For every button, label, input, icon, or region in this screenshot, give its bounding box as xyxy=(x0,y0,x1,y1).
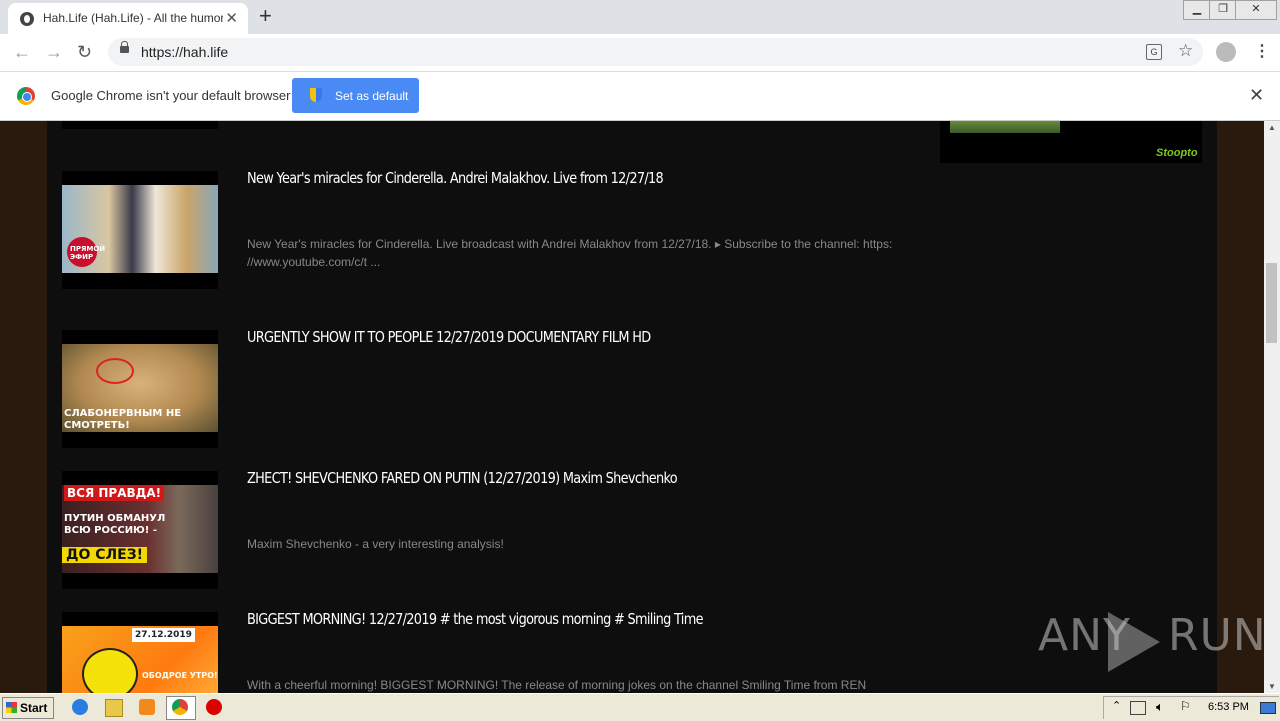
restore-button[interactable]: ❐ xyxy=(1209,0,1237,20)
thumbnail-bottom-caption: ДО СЛЕЗ! xyxy=(62,547,148,563)
tray-expand-icon[interactable]: ⌃ xyxy=(1112,699,1121,712)
lock-icon[interactable] xyxy=(120,41,129,53)
chrome-icon xyxy=(172,699,188,715)
video-thumbnail[interactable]: 27.12.2019 ОБОДРОЕ УТРО! xyxy=(62,612,218,693)
windows-logo-icon xyxy=(6,702,17,713)
tab-strip: Hah.Life (Hah.Life) - All the humor in ✕… xyxy=(0,0,1280,34)
show-desktop-icon[interactable] xyxy=(1260,702,1276,714)
close-window-button[interactable]: ✕ xyxy=(1235,0,1277,20)
address-bar[interactable]: https://hah.life xyxy=(108,38,1203,66)
anyrun-watermark-right: RUN xyxy=(1168,610,1267,661)
system-clock[interactable]: 6:53 PM xyxy=(1208,701,1249,713)
video-title[interactable]: New Year's miracles for Cinderella. Andr… xyxy=(247,169,664,187)
tab-close-icon[interactable]: ✕ xyxy=(225,9,238,27)
tab-title: Hah.Life (Hah.Life) - All the humor in xyxy=(43,11,223,25)
volume-icon[interactable]: 🔈︎ xyxy=(1156,699,1164,715)
thumbnail-caption: ОБОДРОЕ УТРО! xyxy=(142,671,218,680)
scroll-up-icon[interactable]: ▲ xyxy=(1268,123,1276,132)
infobar-message: Google Chrome isn't your default browser xyxy=(51,88,291,103)
scroll-down-icon[interactable]: ▼ xyxy=(1268,682,1276,691)
ad-logo: Stoopto xyxy=(1156,147,1198,159)
chrome-logo-icon xyxy=(17,87,35,105)
infobar-close-icon[interactable]: ✕ xyxy=(1249,85,1264,106)
forward-button[interactable]: → xyxy=(45,42,63,62)
smiley-icon xyxy=(82,648,138,693)
url-text: https://hah.life xyxy=(141,44,229,60)
translate-icon[interactable]: G xyxy=(1146,44,1162,60)
minimize-button[interactable]: ▁ xyxy=(1183,0,1211,20)
action-center-flag-icon[interactable]: ⚐ xyxy=(1180,699,1191,713)
windows-taskbar: Start ⌃ 🔈︎ ⚐ 6:53 PM xyxy=(0,693,1280,721)
previous-thumbnail[interactable] xyxy=(62,121,218,129)
antivirus-icon[interactable] xyxy=(206,699,222,715)
start-label: Start xyxy=(20,701,48,715)
profile-avatar[interactable] xyxy=(1216,42,1236,62)
video-thumbnail[interactable]: ПРЯМОЙ ЭФИР xyxy=(62,171,218,289)
site-favicon-icon xyxy=(20,12,34,26)
reload-button[interactable]: ↻ xyxy=(77,42,92,62)
video-title[interactable]: BIGGEST MORNING! 12/27/2019 # the most v… xyxy=(247,610,704,628)
anyrun-play-icon xyxy=(1108,612,1160,672)
video-list: Stoopto ПРЯМОЙ ЭФИР New Year's miracles … xyxy=(47,121,1217,693)
video-title[interactable]: URGENTLY SHOW IT TO PEOPLE 12/27/2019 DO… xyxy=(247,328,651,346)
video-description: Maxim Shevchenko - a very interesting an… xyxy=(247,537,504,551)
default-browser-infobar: Google Chrome isn't your default browser… xyxy=(0,72,1280,121)
new-tab-button[interactable]: + xyxy=(259,4,272,28)
page-scrollbar[interactable]: ▲ ▼ xyxy=(1264,121,1280,693)
more-menu-icon[interactable]: ⋮ xyxy=(1254,41,1270,61)
thumbnail-top-caption: ВСЯ ПРАВДА! xyxy=(64,485,165,501)
start-button[interactable]: Start xyxy=(2,697,54,719)
video-thumbnail[interactable]: ВСЯ ПРАВДА! ПУТИН ОБМАНУЛ ВСЮ РОССИЮ! - … xyxy=(62,471,218,589)
web-page: Stoopto ПРЯМОЙ ЭФИР New Year's miracles … xyxy=(0,121,1264,693)
system-tray: ⌃ 🔈︎ ⚐ xyxy=(1103,696,1279,719)
back-button[interactable]: ← xyxy=(13,42,31,62)
ad-banner[interactable]: Stoopto xyxy=(940,121,1202,163)
thumbnail-date: 27.12.2019 xyxy=(132,628,195,642)
browser-toolbar: ← → ↻ https://hah.life G ☆ ⋮ xyxy=(0,34,1280,72)
browser-tab[interactable]: Hah.Life (Hah.Life) - All the humor in ✕ xyxy=(8,3,248,34)
thumbnail-caption: ПРЯМОЙ ЭФИР xyxy=(70,245,106,261)
thumbnail-caption: СЛАБОНЕРВНЫМ НЕ СМОТРЕТЬ! xyxy=(64,408,182,431)
set-as-default-button[interactable]: Set as default xyxy=(292,78,419,113)
ie-icon[interactable] xyxy=(72,699,88,715)
video-title[interactable]: ZHECT! SHEVCHENKO FARED ON PUTIN (12/27/… xyxy=(247,469,678,487)
scrollbar-thumb[interactable] xyxy=(1266,263,1277,343)
video-thumbnail[interactable]: СЛАБОНЕРВНЫМ НЕ СМОТРЕТЬ! xyxy=(62,330,218,448)
video-description: With a cheerful morning! BIGGEST MORNING… xyxy=(247,678,867,692)
bookmark-star-icon[interactable]: ☆ xyxy=(1178,41,1193,61)
folder-icon[interactable] xyxy=(105,699,123,717)
media-player-icon[interactable] xyxy=(139,699,155,715)
thumbnail-middle-caption: ПУТИН ОБМАНУЛ ВСЮ РОССИЮ! - xyxy=(64,513,166,536)
uac-shield-icon xyxy=(310,88,322,102)
set-as-default-label: Set as default xyxy=(335,89,409,103)
video-description: New Year's miracles for Cinderella. Live… xyxy=(247,237,893,269)
ad-image xyxy=(950,121,1060,133)
network-icon[interactable] xyxy=(1130,701,1146,715)
